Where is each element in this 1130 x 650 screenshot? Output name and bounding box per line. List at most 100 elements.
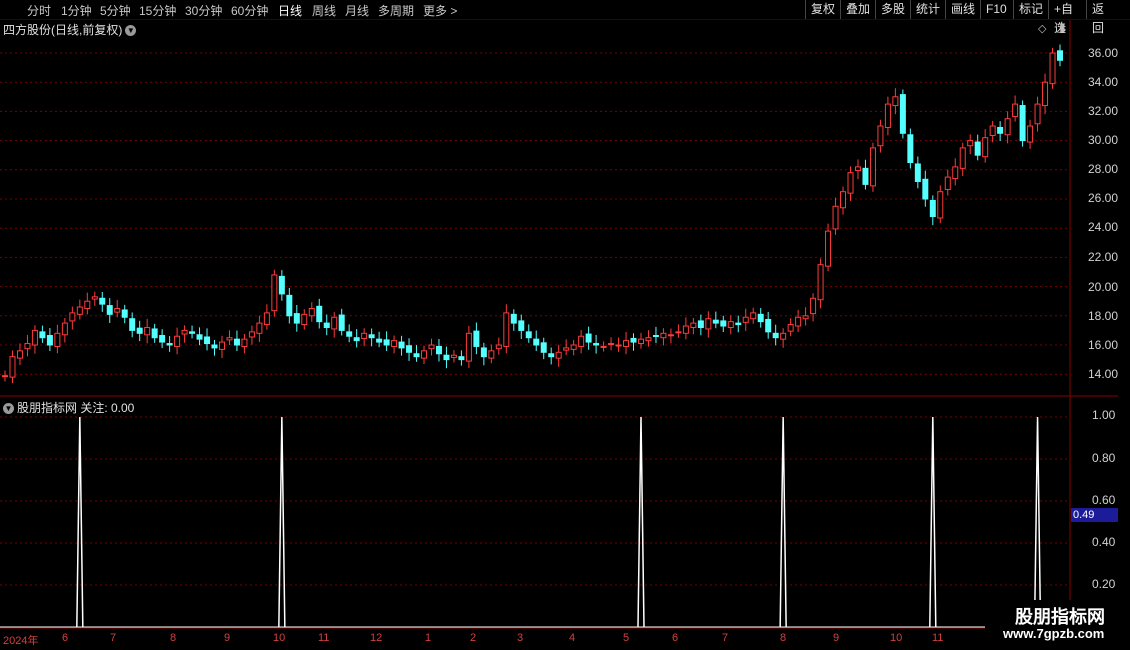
candle-body — [24, 343, 31, 350]
candle-body — [892, 96, 899, 107]
candle-body — [136, 327, 143, 334]
candle-body — [421, 350, 428, 359]
candle-body — [443, 354, 450, 361]
candle-body — [54, 332, 61, 347]
candle-body — [435, 345, 442, 355]
indicator-signal-spike — [929, 416, 937, 628]
candle-body — [862, 167, 869, 185]
candle-body — [406, 345, 413, 353]
candle-body — [1057, 50, 1063, 61]
candle-body — [997, 126, 1004, 134]
candle-body — [413, 353, 420, 358]
candle-body — [660, 332, 667, 339]
candle-body — [787, 324, 794, 332]
candle-body — [989, 125, 996, 136]
x-label: 11 — [318, 632, 330, 644]
candle-body — [368, 334, 375, 339]
candle-body — [159, 335, 166, 343]
candle-body — [346, 331, 353, 337]
candle-body — [1049, 52, 1056, 85]
candle-body — [615, 344, 622, 347]
indicator-signal-spike — [779, 416, 787, 628]
candle-body — [473, 330, 480, 347]
candle-body — [256, 322, 263, 334]
candle-body — [533, 338, 540, 346]
candle-body — [712, 319, 719, 324]
y-label: 0.40 — [1092, 535, 1116, 549]
candle-body — [316, 305, 323, 323]
candle-body — [189, 331, 196, 334]
candle-body — [450, 354, 457, 358]
candle-body — [233, 338, 240, 346]
x-label: 9 — [833, 632, 840, 644]
candle-body — [361, 332, 368, 339]
indicator-signal-spike — [637, 416, 645, 628]
x-label: 12 — [370, 632, 383, 644]
y-label: 22.00 — [1088, 250, 1119, 264]
candle-body — [585, 333, 592, 343]
y-label: 34.00 — [1088, 75, 1119, 89]
candle-body — [750, 312, 757, 320]
indicator-signal-spike — [76, 416, 84, 628]
candle-body — [802, 315, 809, 320]
candle-body — [682, 325, 689, 334]
candle-body — [772, 332, 779, 339]
candle-body — [106, 305, 113, 315]
y-label: 16.00 — [1088, 338, 1119, 352]
candle-body — [174, 335, 181, 347]
candle-body — [929, 199, 936, 218]
candle-body — [1042, 81, 1049, 107]
y-label: 32.00 — [1088, 104, 1119, 118]
candle-body — [166, 343, 173, 346]
candle-body — [720, 320, 727, 327]
candle-body — [765, 318, 772, 333]
candle-body — [1019, 105, 1026, 142]
x-label: 7 — [722, 632, 729, 644]
candle-body — [301, 313, 308, 326]
candle-body — [967, 140, 974, 147]
indicator-label: 股朋指标网 关注: 0.00 — [17, 401, 135, 415]
candle-body — [690, 322, 697, 328]
candle-body — [982, 137, 989, 158]
candle-body — [271, 274, 278, 312]
x-label: 2 — [470, 632, 477, 644]
y-label: 0.80 — [1092, 451, 1116, 465]
x-label: 1 — [425, 632, 432, 644]
candle-body — [31, 329, 38, 346]
candle-body — [114, 308, 121, 313]
candle-body — [637, 338, 644, 345]
candle-body — [817, 264, 824, 301]
chevron-down-icon[interactable]: ▼ — [3, 403, 14, 415]
candle-body — [204, 336, 211, 345]
candle-body — [503, 312, 510, 347]
candle-body — [151, 328, 158, 339]
x-label: 3 — [517, 632, 524, 644]
candle-body — [742, 316, 749, 323]
candle-body — [241, 338, 248, 347]
candle-body — [383, 339, 390, 346]
candle-body — [181, 329, 188, 335]
y-label: 20.00 — [1088, 280, 1119, 294]
candle-body — [944, 176, 951, 191]
candle-body — [563, 347, 570, 351]
candle-body — [91, 296, 98, 300]
candle-body — [218, 341, 225, 350]
y-label: 1.00 — [1092, 408, 1116, 422]
indicator-title[interactable]: ▼ 股朋指标网 关注: 0.00 — [3, 399, 134, 416]
candle-body — [608, 343, 615, 346]
candle-body — [840, 191, 847, 209]
candle-body — [376, 338, 383, 343]
candle-body — [570, 344, 577, 350]
candle-body — [652, 335, 659, 338]
candle-body — [623, 340, 630, 347]
candle-body — [428, 344, 435, 350]
kline-chart — [0, 20, 1118, 630]
candle-body — [61, 322, 68, 336]
candle-body — [488, 350, 495, 359]
indicator-signal-spike — [1033, 416, 1042, 628]
candle-body — [248, 331, 255, 338]
candle-body — [458, 356, 465, 361]
y-label: 24.00 — [1088, 220, 1119, 234]
x-label: 8 — [170, 632, 177, 644]
candle-body — [877, 125, 884, 147]
